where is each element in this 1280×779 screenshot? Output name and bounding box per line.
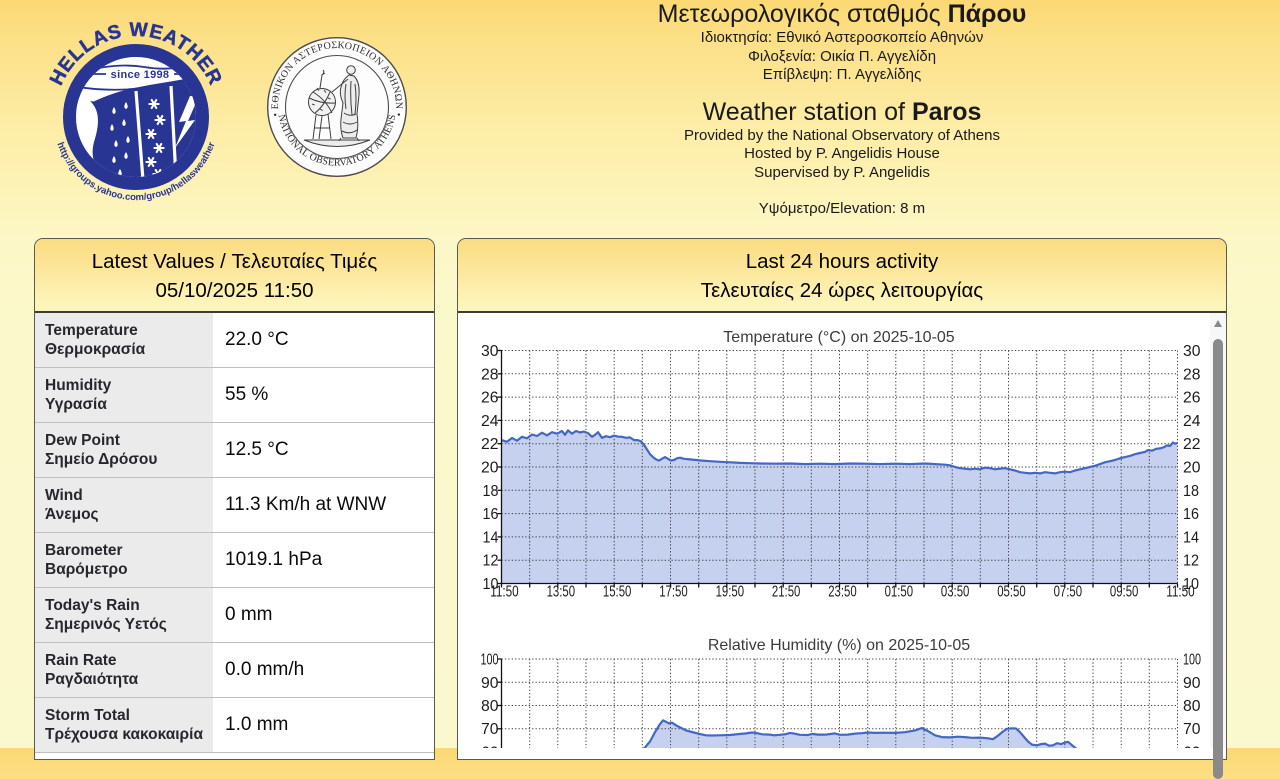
svg-text:01:50: 01:50 bbox=[885, 584, 914, 601]
svg-text:Relative Humidity (%) on 2025-: Relative Humidity (%) on 2025-10-05 bbox=[708, 637, 970, 654]
svg-text:09:50: 09:50 bbox=[1110, 584, 1139, 601]
svg-text:since 1998: since 1998 bbox=[111, 69, 170, 81]
svg-text:24: 24 bbox=[481, 413, 499, 430]
svg-text:12: 12 bbox=[483, 553, 499, 570]
svg-text:28: 28 bbox=[481, 366, 499, 383]
svg-text:03:50: 03:50 bbox=[941, 584, 970, 601]
svg-text:90: 90 bbox=[1183, 675, 1201, 692]
svg-text:60: 60 bbox=[1183, 745, 1201, 749]
svg-text:16: 16 bbox=[1183, 506, 1199, 523]
svg-text:22: 22 bbox=[1183, 436, 1201, 453]
svg-text:05:50: 05:50 bbox=[997, 584, 1026, 601]
svg-text:80: 80 bbox=[1183, 698, 1201, 715]
svg-text:12: 12 bbox=[1183, 553, 1199, 570]
svg-text:11:50: 11:50 bbox=[490, 584, 519, 601]
svg-text:24: 24 bbox=[1183, 413, 1201, 430]
svg-text:30: 30 bbox=[481, 343, 499, 360]
svg-text:80: 80 bbox=[481, 698, 499, 715]
svg-text:22: 22 bbox=[481, 436, 499, 453]
svg-text:11:50: 11:50 bbox=[1166, 584, 1195, 601]
svg-text:90: 90 bbox=[481, 675, 499, 692]
svg-text:07:50: 07:50 bbox=[1054, 584, 1083, 601]
svg-text:20: 20 bbox=[1183, 460, 1201, 477]
svg-text:14: 14 bbox=[1183, 529, 1199, 546]
svg-text:23:50: 23:50 bbox=[828, 584, 857, 601]
svg-text:26: 26 bbox=[481, 390, 499, 407]
svg-text:Temperature (°C) on 2025-10-05: Temperature (°C) on 2025-10-05 bbox=[723, 329, 955, 346]
svg-text:15:50: 15:50 bbox=[603, 584, 632, 601]
svg-text:26: 26 bbox=[1183, 390, 1201, 407]
svg-text:100: 100 bbox=[1183, 652, 1201, 669]
svg-text:14: 14 bbox=[483, 529, 499, 546]
svg-text:100: 100 bbox=[481, 652, 499, 669]
svg-text:17:50: 17:50 bbox=[659, 584, 688, 601]
svg-text:18: 18 bbox=[483, 483, 499, 500]
svg-text:16: 16 bbox=[483, 506, 499, 523]
svg-text:20: 20 bbox=[481, 460, 499, 477]
svg-text:70: 70 bbox=[1183, 721, 1201, 738]
svg-text:30: 30 bbox=[1183, 343, 1201, 360]
svg-text:13:50: 13:50 bbox=[547, 584, 576, 601]
svg-text:70: 70 bbox=[481, 721, 499, 738]
svg-text:18: 18 bbox=[1183, 483, 1199, 500]
svg-text:60: 60 bbox=[481, 745, 499, 749]
svg-text:28: 28 bbox=[1183, 366, 1201, 383]
svg-text:21:50: 21:50 bbox=[772, 584, 801, 601]
svg-text:19:50: 19:50 bbox=[716, 584, 745, 601]
